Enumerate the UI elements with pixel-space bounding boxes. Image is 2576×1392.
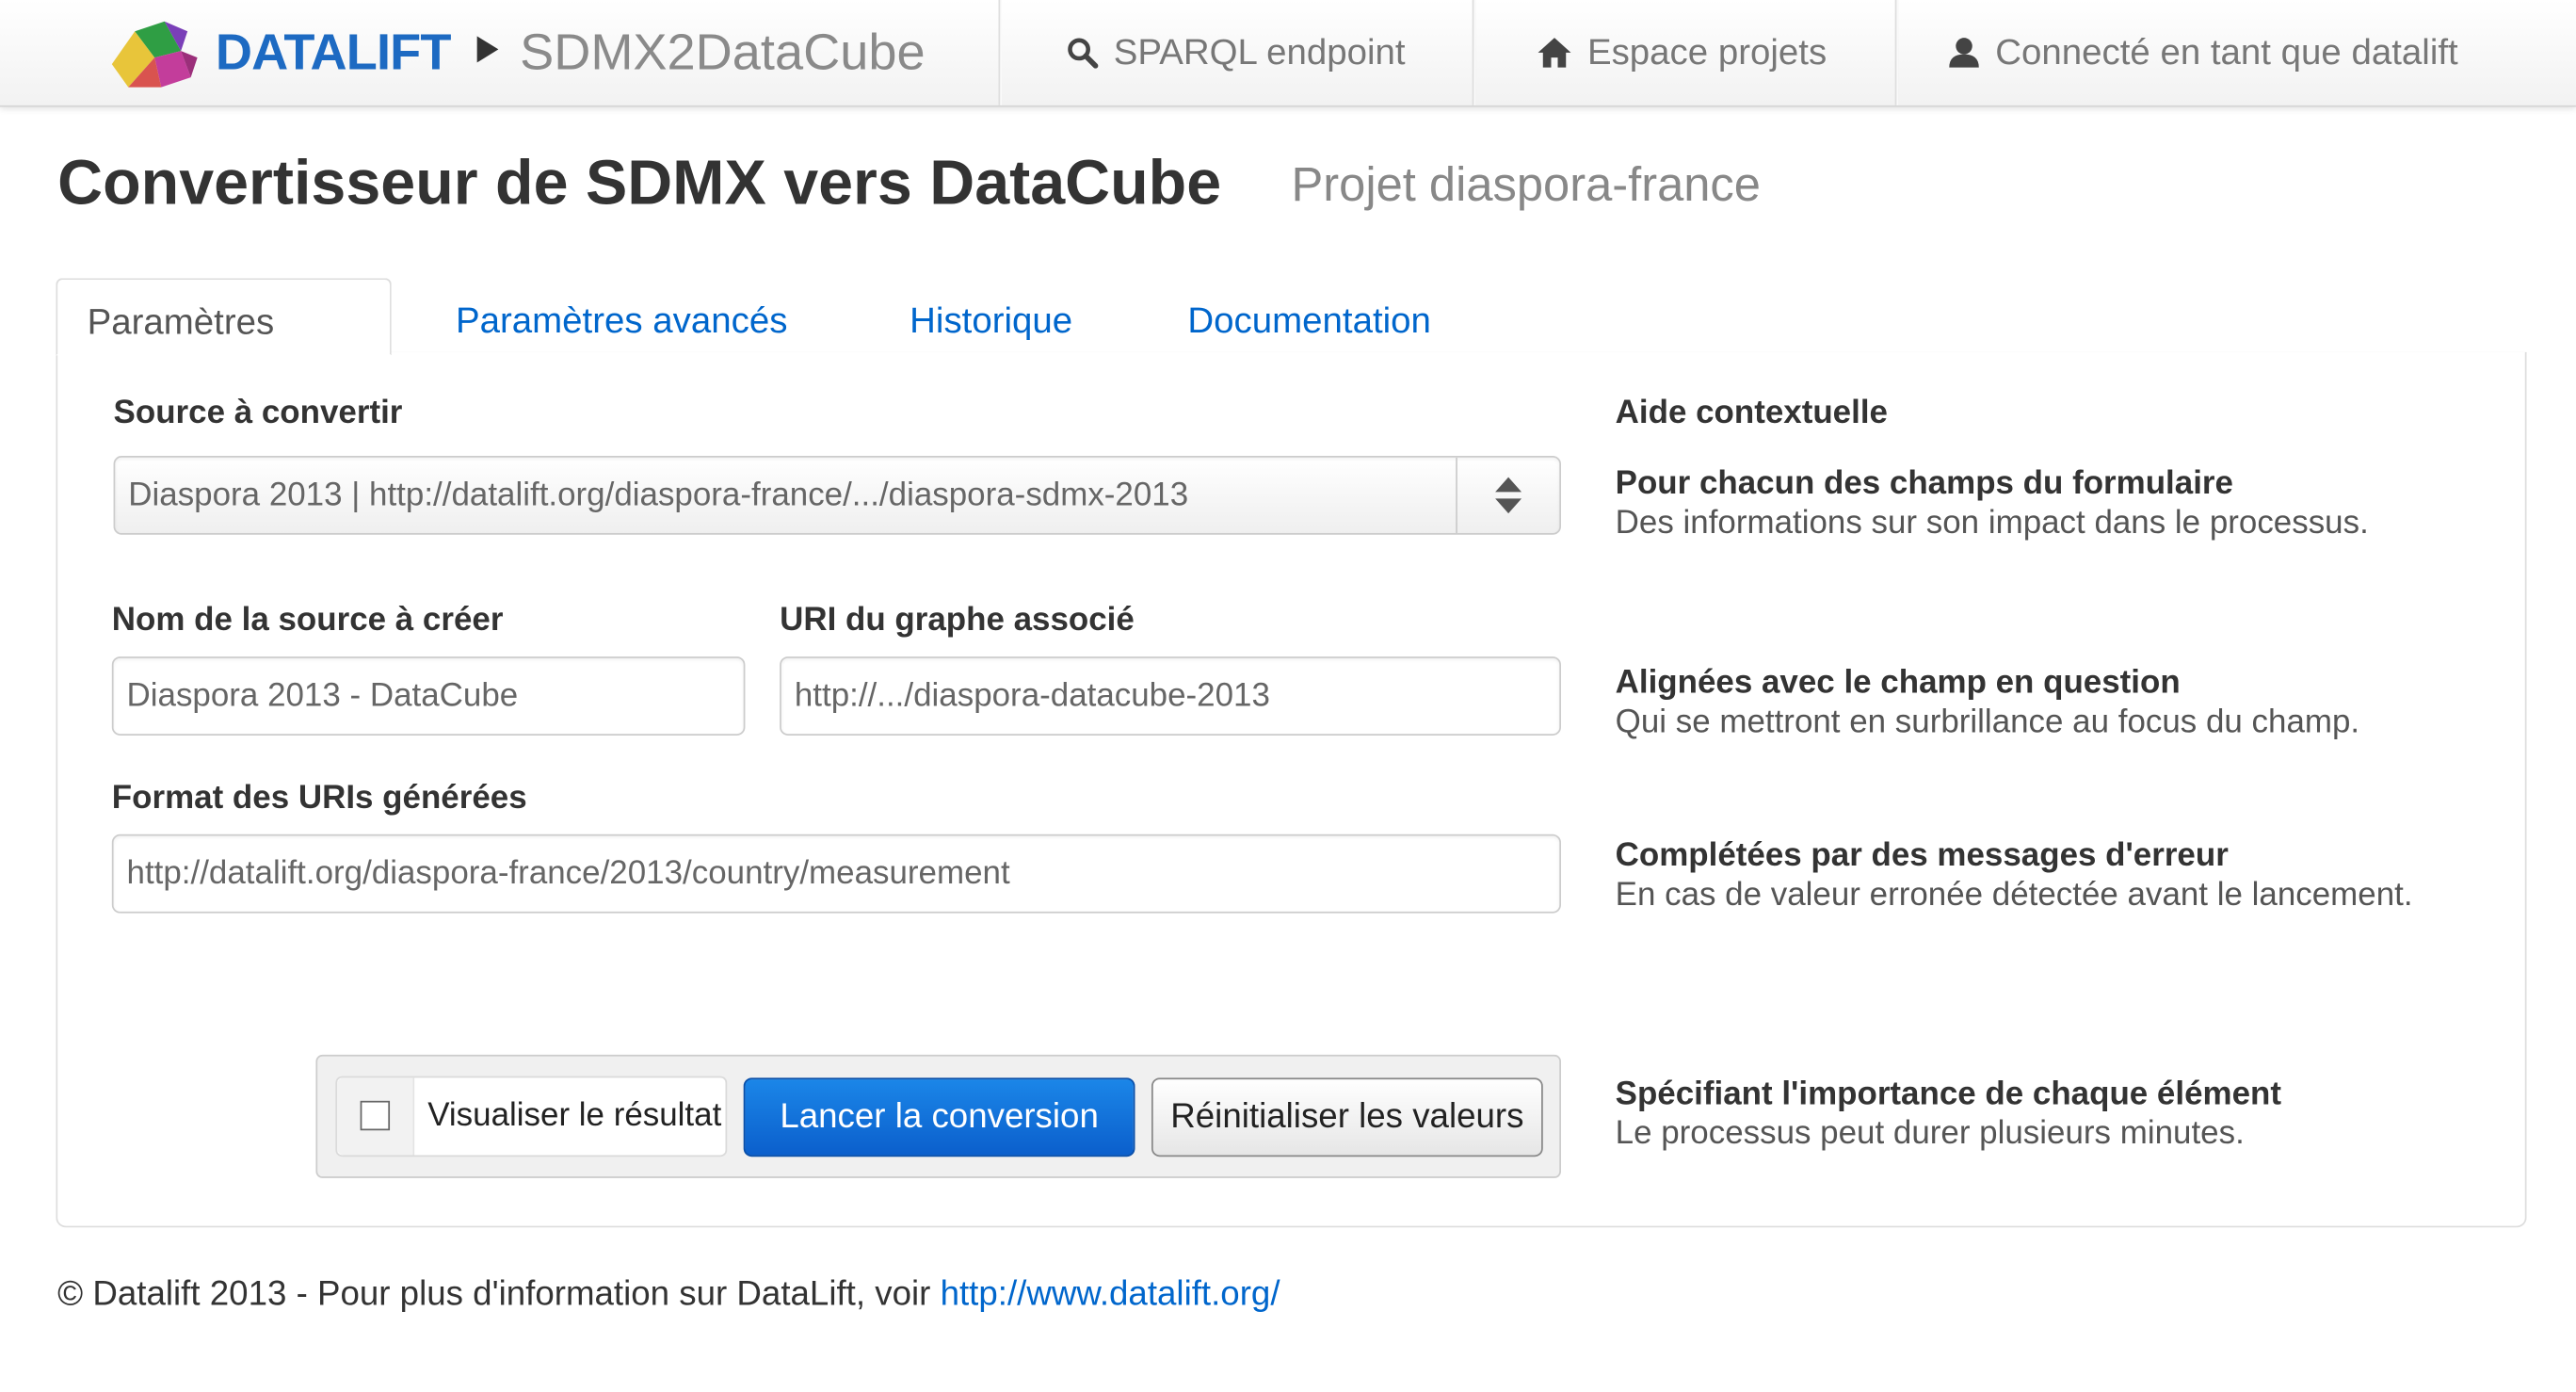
form-actions: Visualiser le résultat Lancer la convers… [315,1054,1561,1178]
footer: © Datalift 2013 - Pour plus d'informatio… [57,1275,1280,1315]
footer-link[interactable]: http://www.datalift.org/ [941,1275,1280,1313]
nav-user[interactable]: Connecté en tant que datalift [1948,0,2458,105]
visualize-checkbox[interactable] [360,1100,391,1131]
module-name[interactable]: SDMX2DataCube [520,23,925,82]
help-title: Aide contextuelle [1615,395,1888,431]
datalift-logo-icon [111,21,198,88]
help-text: En cas de valeur erronée détectée avant … [1615,877,2413,914]
name-label: Nom de la source à créer [111,602,504,639]
help-heading: Alignées avec le champ en question [1615,664,2181,702]
search-icon [1068,38,1099,69]
nav-project-label: Espace projets [1586,31,1827,73]
tab-documentation[interactable]: Documentation [1187,278,1431,353]
graph-uri-label: URI du graphe associé [780,602,1135,639]
tab-historique[interactable]: Historique [910,278,1072,353]
footer-text: © Datalift 2013 - Pour plus d'informatio… [57,1275,941,1314]
visualize-checkbox-label[interactable]: Visualiser le résultat [427,1077,721,1155]
graph-uri-input[interactable]: http://.../diaspora-datacube-2013 [780,656,1561,736]
navbar: DATALIFT SDMX2DataCube SPARQL endpoint E… [0,0,2576,107]
help-text: Le processus peut durer plusieurs minute… [1615,1115,2245,1152]
reset-values-button[interactable]: Réinitialiser les valeurs [1151,1077,1543,1157]
help-heading: Spécifiant l'importance de chaque élémen… [1615,1076,2282,1113]
help-heading: Complétées par des messages d'erreur [1615,837,2229,874]
nav-sparql-endpoint[interactable]: SPARQL endpoint [1066,0,1406,105]
select-toggle[interactable] [1456,457,1559,534]
tab-parametres[interactable]: Paramètres [56,278,392,356]
nav-project-space[interactable]: Espace projets [1537,0,1827,105]
source-select-value: Diaspora 2013 | http://datalift.org/dias… [128,477,1189,514]
tab-parametres-avances[interactable]: Paramètres avancés [456,278,788,353]
brand-name[interactable]: DATALIFT [216,23,452,82]
source-label: Source à convertir [113,395,403,431]
uri-format-input[interactable]: http://datalift.org/diaspora-france/2013… [111,834,1561,914]
help-text: Des informations sur son impact dans le … [1615,505,2369,542]
source-select[interactable]: Diaspora 2013 | http://datalift.org/dias… [113,455,1561,535]
help-text: Qui se mettront en surbrillance au focus… [1615,704,2360,741]
project-name: Projet diaspora-france [1291,159,1761,213]
visualize-checkbox-addon [337,1077,415,1156]
name-input[interactable]: Diaspora 2013 - DataCube [111,656,746,736]
sort-arrows-icon [1495,477,1522,514]
visualize-result-toggle[interactable]: Visualiser le résultat [335,1076,728,1157]
breadcrumb-arrow-icon [476,36,499,63]
home-icon [1538,38,1571,68]
launch-conversion-button[interactable]: Lancer la conversion [743,1077,1135,1157]
nav-divider [1894,0,1899,105]
app-frame: DATALIFT SDMX2DataCube SPARQL endpoint E… [0,0,2576,1392]
nav-divider [1472,0,1476,105]
user-icon [1949,38,1979,68]
nav-divider [998,0,1002,105]
page-title: Convertisseur de SDMX vers DataCube [57,149,1222,219]
help-heading: Pour chacun des champs du formulaire [1615,465,2233,502]
nav-user-label: Connecté en tant que datalift [1995,31,2458,73]
nav-sparql-label: SPARQL endpoint [1113,31,1406,73]
uri-format-label: Format des URIs générées [111,780,527,817]
